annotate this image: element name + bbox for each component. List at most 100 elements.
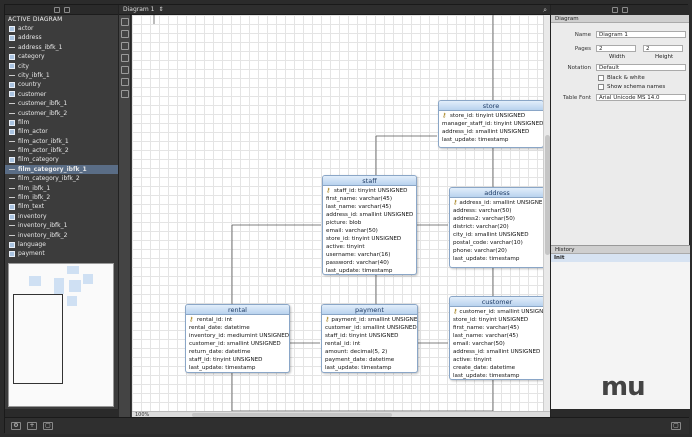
table-column[interactable]: customer_id: smallint UNSIGNED — [189, 340, 286, 348]
minimap-viewport[interactable] — [13, 294, 63, 384]
panel-toggle-icon[interactable]: ▢ — [43, 422, 53, 430]
minimap[interactable] — [8, 263, 114, 407]
table-column[interactable]: create_date: datetime — [453, 364, 541, 372]
library-icon[interactable] — [622, 7, 628, 13]
table-address[interactable]: address ⚷ address_id: smallint UNSIGNED add… — [449, 187, 543, 268]
table-column[interactable]: address_id: smallint UNSIGNED — [453, 348, 541, 356]
table-column[interactable]: manager_staff_id: tinyint UNSIGNED — [442, 120, 543, 128]
tab-dropdown-icon[interactable]: ⇕ — [159, 6, 164, 13]
sidebar-item[interactable]: film_category — [5, 155, 118, 164]
table-column[interactable]: last_update: timestamp — [325, 364, 414, 372]
schema-names-checkbox[interactable] — [598, 84, 604, 90]
view-tool-icon[interactable] — [121, 54, 129, 62]
table-column[interactable]: rental_id: int — [325, 340, 414, 348]
table-column[interactable]: payment_date: datetime — [325, 356, 414, 364]
table-column[interactable]: district: varchar(20) — [453, 223, 541, 231]
sidebar-item[interactable]: inventory — [5, 212, 118, 221]
diagram-canvas[interactable]: store ⚷ store_id: tinyint UNSIGNED manager_… — [132, 15, 543, 411]
tab-diagram[interactable]: Diagram 1 — [123, 6, 155, 13]
table-column[interactable]: phone: varchar(20) — [453, 247, 541, 255]
table-column[interactable]: customer_id: smallint UNSIGNED — [325, 324, 417, 332]
sidebar-item[interactable]: address — [5, 33, 118, 42]
table-column[interactable]: last_update: timestamp — [189, 364, 286, 372]
table-column[interactable]: ⚷ payment_id: smallint UNSIGNED — [325, 316, 417, 324]
sidebar-item[interactable]: payment — [5, 249, 118, 258]
relation-tool-icon[interactable] — [121, 90, 129, 98]
table-column[interactable]: last_name: varchar(45) — [326, 203, 413, 211]
object-list[interactable]: actor address address_ibfk_1 category city ci… — [5, 24, 118, 260]
table-column[interactable]: last_update: timestamp — [442, 136, 540, 144]
note-tool-icon[interactable] — [121, 78, 129, 86]
table-column[interactable]: postal_code: varchar(10) — [453, 239, 541, 247]
inspector-toggle-icon[interactable]: ▢ — [671, 422, 681, 430]
table-store[interactable]: store ⚷ store_id: tinyint UNSIGNED manager_… — [438, 100, 543, 148]
table-column[interactable]: last_name: varchar(45) — [453, 332, 541, 340]
pages-width-field[interactable]: 2 — [596, 45, 636, 52]
sidebar-item[interactable]: inventory_ibfk_1 — [5, 221, 118, 230]
table-column[interactable]: ⚷ address_id: smallint UNSIGNED — [453, 199, 543, 207]
sidebar-item[interactable]: film_category_ibfk_2 — [5, 174, 118, 183]
gear-icon[interactable]: ⚙ — [11, 422, 21, 430]
table-column[interactable]: ⚷ rental_id: int — [189, 316, 286, 324]
table-column[interactable]: staff_id: tinyint UNSIGNED — [325, 332, 414, 340]
sidebar-item[interactable]: city_ibfk_1 — [5, 71, 118, 80]
table-column[interactable]: staff_id: tinyint UNSIGNED — [189, 356, 286, 364]
sidebar-item[interactable]: address_ibfk_1 — [5, 43, 118, 52]
table-column[interactable]: address_id: smallint UNSIGNED — [326, 211, 413, 219]
search-icon[interactable]: ⌕ — [543, 6, 547, 15]
table-column[interactable]: inventory_id: mediumint UNSIGNED — [189, 332, 289, 340]
hand-tool-icon[interactable] — [121, 30, 129, 38]
table-payment[interactable]: payment ⚷ payment_id: smallint UNSIGNED cus… — [321, 304, 418, 373]
table-column[interactable]: store_id: tinyint UNSIGNED — [453, 316, 541, 324]
sidebar-item[interactable]: film_ibfk_1 — [5, 184, 118, 193]
sidebar-item[interactable]: film_category_ibfk_1 — [5, 164, 118, 175]
table-font-field[interactable]: Arial Unicode MS 14.0 — [596, 94, 686, 101]
table-column[interactable]: first_name: varchar(45) — [453, 324, 541, 332]
sidebar-item[interactable]: language — [5, 240, 118, 249]
table-column[interactable]: first_name: varchar(45) — [326, 195, 413, 203]
sidebar-item[interactable]: city — [5, 62, 118, 71]
table-column[interactable]: ⚷ store_id: tinyint UNSIGNED — [442, 112, 540, 120]
table-column[interactable]: picture: blob — [326, 219, 413, 227]
notation-select[interactable]: Default — [596, 64, 686, 71]
table-rental[interactable]: rental ⚷ rental_id: int rental_date: dateti… — [185, 304, 290, 373]
table-staff[interactable]: staff ⚷ staff_id: tinyint UNSIGNED first_na… — [322, 175, 417, 275]
table-column[interactable]: active: tinyint — [326, 243, 413, 251]
table-column[interactable]: address_id: smallint UNSIGNED — [442, 128, 540, 136]
black-white-checkbox[interactable] — [598, 75, 604, 81]
sidebar-item[interactable]: inventory_ibfk_2 — [5, 231, 118, 240]
sidebar-item[interactable]: film_ibfk_2 — [5, 193, 118, 202]
diagram-name-field[interactable]: Diagram 1 — [596, 31, 686, 38]
canvas-vertical-scrollbar[interactable] — [543, 15, 550, 411]
pages-height-field[interactable]: 2 — [643, 45, 683, 52]
sidebar-item[interactable]: category — [5, 52, 118, 61]
table-column[interactable]: address: varchar(50) — [453, 207, 541, 215]
grid-view-icon[interactable] — [63, 6, 70, 13]
history-item[interactable]: Init — [551, 254, 690, 262]
add-icon[interactable]: + — [27, 422, 37, 430]
table-column[interactable]: username: varchar(16) — [326, 251, 413, 259]
table-column[interactable]: city_id: smallint UNSIGNED — [453, 231, 541, 239]
table-column[interactable]: ⚷ customer_id: smallint UNSIGNED — [453, 308, 543, 316]
table-column[interactable]: store_id: tinyint UNSIGNED — [326, 235, 413, 243]
sidebar-item[interactable]: customer_ibfk_2 — [5, 109, 118, 118]
table-column[interactable]: return_date: datetime — [189, 348, 286, 356]
table-column[interactable]: active: tinyint — [453, 356, 541, 364]
table-column[interactable]: last_update: timestamp — [326, 267, 413, 274]
table-column[interactable]: last_update: timestamp — [453, 372, 541, 379]
sidebar-item[interactable]: actor — [5, 24, 118, 33]
sidebar-item[interactable]: film_actor_ibfk_1 — [5, 137, 118, 146]
table-column[interactable]: ⚷ staff_id: tinyint UNSIGNED — [326, 187, 413, 195]
table-tool-icon[interactable] — [121, 42, 129, 50]
sidebar-item[interactable]: film — [5, 118, 118, 127]
table-column[interactable]: email: varchar(50) — [453, 340, 541, 348]
table-column[interactable]: email: varchar(50) — [326, 227, 413, 235]
sidebar-item[interactable]: film_actor — [5, 127, 118, 136]
sidebar-item[interactable]: country — [5, 80, 118, 89]
list-view-icon[interactable] — [53, 6, 60, 13]
image-tool-icon[interactable] — [121, 66, 129, 74]
sidebar-item[interactable]: customer_ibfk_1 — [5, 99, 118, 108]
table-column[interactable]: amount: decimal(5, 2) — [325, 348, 414, 356]
table-column[interactable]: rental_date: datetime — [189, 324, 286, 332]
sidebar-item[interactable]: customer — [5, 90, 118, 99]
